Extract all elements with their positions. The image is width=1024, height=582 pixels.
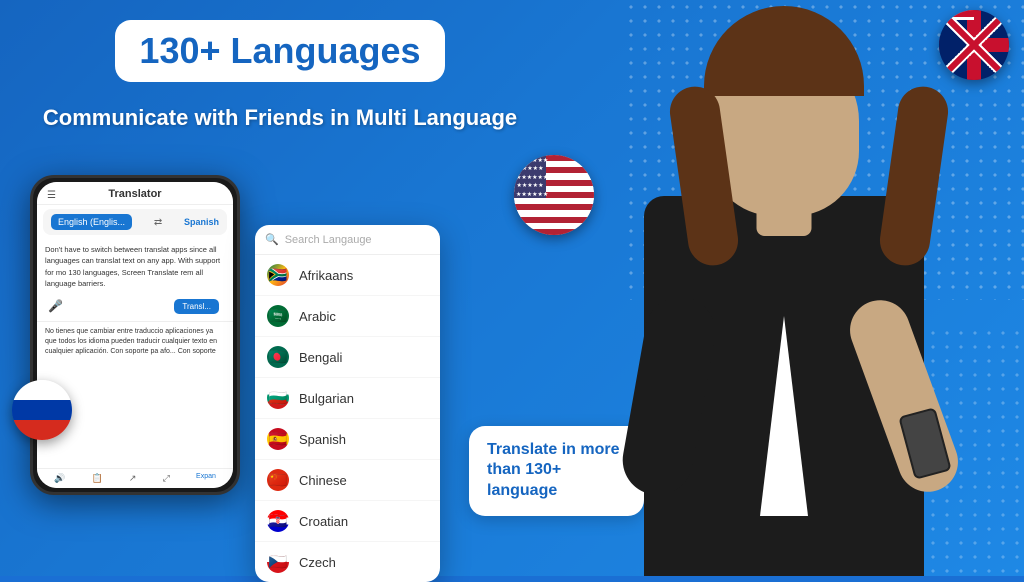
speaker-icon[interactable]: 🔊	[54, 473, 65, 484]
mic-icon[interactable]: 🎤	[45, 296, 66, 316]
lang-name-afrikaans: Afrikaans	[299, 268, 353, 283]
language-panel: 🔍 Search Langauge 🇿🇦 Afrikaans 🇸🇦 Arabic 🇧🇩 B…	[255, 225, 440, 582]
app-title: 130+ Languages	[139, 30, 420, 71]
ru-flag-ball	[12, 380, 72, 440]
translated-text: No tienes que cambiar entre traduccio ap…	[37, 321, 233, 361]
lang-to[interactable]: Spanish	[184, 217, 219, 227]
search-bar: 🔍 Search Langauge	[255, 225, 440, 255]
menu-icon[interactable]: ☰	[47, 190, 56, 201]
flag-chinese: 🇨🇳	[267, 469, 289, 491]
expand-icon[interactable]: ⤢	[163, 473, 170, 484]
title-box: 130+ Languages	[115, 20, 444, 82]
share-icon[interactable]: ↗	[129, 473, 137, 484]
us-flag-ball: ★★★★★★★★★★★★★★★★★★★★★★★★★★★★	[514, 155, 594, 235]
phone-bottom-bar: 🔊 📋 ↗ ⤢ Expan	[37, 468, 233, 488]
lang-item-afrikaans[interactable]: 🇿🇦 Afrikaans	[255, 255, 440, 296]
phone-mockup: ☰ Translator English (Englis... ⇄ Spanis…	[30, 175, 240, 495]
phone-header: ☰ Translator	[37, 182, 233, 205]
ru-blue	[12, 400, 72, 420]
lang-name-spanish: Spanish	[299, 432, 346, 447]
flag-arabic: 🇸🇦	[267, 305, 289, 327]
lang-name-czech: Czech	[299, 555, 336, 570]
person-area	[594, 0, 974, 576]
app-title-phone: Translator	[108, 188, 161, 200]
lang-item-spanish[interactable]: 🇪🇸 Spanish	[255, 419, 440, 460]
flag-bengali: 🇧🇩	[267, 346, 289, 368]
person-silhouette	[614, 16, 954, 576]
us-canton: ★★★★★★★★★★★★★★★★★★★★★★★★★★★★	[514, 155, 546, 198]
lang-item-bulgarian[interactable]: 🇧🇬 Bulgarian	[255, 378, 440, 419]
expand-label[interactable]: Expan	[196, 473, 216, 484]
lang-name-bulgarian: Bulgarian	[299, 391, 354, 406]
flag-afrikaans: 🇿🇦	[267, 264, 289, 286]
language-bar[interactable]: English (Englis... ⇄ Spanish	[43, 209, 227, 235]
translate-button[interactable]: Transl...	[174, 299, 219, 314]
lang-name-chinese: Chinese	[299, 473, 347, 488]
lang-item-croatian[interactable]: 🇭🇷 Croatian	[255, 501, 440, 542]
flag-bulgarian: 🇧🇬	[267, 387, 289, 409]
lang-item-bengali[interactable]: 🇧🇩 Bengali	[255, 337, 440, 378]
lang-name-arabic: Arabic	[299, 309, 336, 324]
us-flag: ★★★★★★★★★★★★★★★★★★★★★★★★★★★★	[514, 155, 594, 235]
lang-item-arabic[interactable]: 🇸🇦 Arabic	[255, 296, 440, 337]
lang-item-czech[interactable]: 🇨🇿 Czech	[255, 542, 440, 582]
search-placeholder: Search Langauge	[285, 234, 372, 246]
language-list: 🇿🇦 Afrikaans 🇸🇦 Arabic 🇧🇩 Bengali 🇧🇬 Bulgarian 🇪…	[255, 255, 440, 582]
lang-item-chinese[interactable]: 🇨🇳 Chinese	[255, 460, 440, 501]
flag-czech: 🇨🇿	[267, 551, 289, 573]
flag-spanish: 🇪🇸	[267, 428, 289, 450]
lang-name-bengali: Bengali	[299, 350, 342, 365]
lang-name-croatian: Croatian	[299, 514, 348, 529]
app-subtitle: Communicate with Friends in Multi Langua…	[30, 104, 530, 133]
copy-icon[interactable]: 📋	[92, 473, 103, 484]
search-icon: 🔍	[265, 233, 279, 246]
lang-swap-icon[interactable]: ⇄	[154, 217, 162, 228]
flag-croatian: 🇭🇷	[267, 510, 289, 532]
source-text: Don't have to switch between translat ap…	[37, 239, 233, 294]
phone-screen: ☰ Translator English (Englis... ⇄ Spanis…	[37, 182, 233, 488]
ru-flag	[12, 380, 72, 440]
lang-from[interactable]: English (Englis...	[51, 214, 132, 230]
